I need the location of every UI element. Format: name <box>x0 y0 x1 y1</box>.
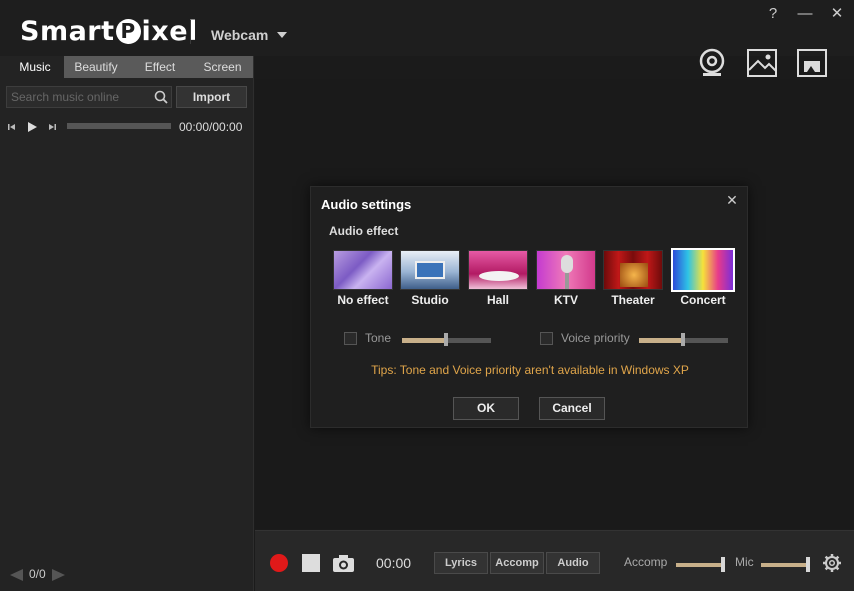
audio-effect-heading: Audio effect <box>329 224 399 238</box>
tab-music[interactable]: Music <box>6 56 64 78</box>
image-mode-icon[interactable] <box>746 48 778 78</box>
chevron-down-icon[interactable] <box>277 32 287 38</box>
stop-button[interactable] <box>302 554 320 572</box>
lyrics-button[interactable]: Lyrics <box>434 552 488 574</box>
tab-beautify[interactable]: Beautify <box>64 56 128 78</box>
hall-thumbnail <box>468 250 528 290</box>
effect-label: Studio <box>411 293 449 307</box>
record-time: 00:00 <box>376 555 412 571</box>
search-input[interactable]: Search music online <box>6 86 172 108</box>
effect-studio[interactable]: Studio <box>400 250 460 307</box>
voice-priority-label: Voice priority <box>561 331 630 345</box>
tone-slider-knob[interactable] <box>444 333 448 346</box>
effect-label: Hall <box>486 293 509 307</box>
previous-track-icon[interactable] <box>6 121 18 133</box>
effect-concert[interactable]: Concert <box>671 248 735 307</box>
effect-theater[interactable]: Theater <box>603 250 663 307</box>
source-dropdown[interactable]: Webcam <box>211 27 268 43</box>
page-prev-icon[interactable] <box>10 569 23 581</box>
close-icon[interactable]: ✕ <box>725 193 739 207</box>
camera-icon[interactable] <box>332 553 355 573</box>
left-panel: Music Beautify Effect Screen Search musi… <box>0 56 254 591</box>
close-button[interactable]: ✕ <box>827 4 847 24</box>
bottom-toolbar: 00:00 Lyrics Accomp Audio Accomp Mic <box>255 530 854 591</box>
left-tabs: Music Beautify Effect Screen <box>6 56 253 78</box>
dialog-title: Audio settings <box>321 197 412 212</box>
title-bar: Smart Pixel Webcam ? — ✕ <box>0 0 854 77</box>
no-effect-thumbnail <box>333 250 393 290</box>
tone-slider-fill <box>402 338 446 343</box>
page-indicator: 0/0 <box>29 567 46 581</box>
ok-button[interactable]: OK <box>453 397 519 420</box>
title-divider <box>190 20 191 44</box>
accomp-button[interactable]: Accomp <box>490 552 544 574</box>
studio-thumbnail <box>400 250 460 290</box>
help-button[interactable]: ? <box>763 4 783 24</box>
accomp-volume-slider[interactable] <box>676 563 723 567</box>
tips-text: Tips: Tone and Voice priority aren't ava… <box>371 363 689 377</box>
cancel-button[interactable]: Cancel <box>539 397 605 420</box>
ktv-thumbnail <box>536 250 596 290</box>
effect-label: Concert <box>680 293 726 307</box>
search-placeholder: Search music online <box>11 90 120 104</box>
minimize-button[interactable]: — <box>795 4 815 24</box>
mic-volume-slider[interactable] <box>761 563 808 567</box>
theater-thumbnail <box>603 250 663 290</box>
tab-screen[interactable]: Screen <box>192 56 253 78</box>
effect-no-effect[interactable]: No effect <box>333 250 393 307</box>
mic-volume-knob[interactable] <box>806 557 810 572</box>
audio-button[interactable]: Audio <box>546 552 600 574</box>
voice-priority-slider-knob[interactable] <box>681 333 685 346</box>
app-logo: Smart Pixel <box>20 16 198 47</box>
voice-priority-checkbox[interactable] <box>540 332 553 345</box>
screen-mode-icon[interactable] <box>796 48 828 78</box>
logo-p-mark: P <box>115 19 141 44</box>
page-next-icon[interactable] <box>52 569 65 581</box>
tab-effect[interactable]: Effect <box>128 56 192 78</box>
gear-icon[interactable] <box>822 553 842 573</box>
audio-settings-dialog: Audio settings ✕ Audio effect No effect … <box>310 186 748 428</box>
music-progress-bar[interactable] <box>67 123 171 129</box>
effect-label: Theater <box>611 293 655 307</box>
accomp-volume-knob[interactable] <box>721 557 725 572</box>
music-time: 00:00/00:00 <box>179 120 243 134</box>
effect-ktv[interactable]: KTV <box>536 250 596 307</box>
tone-label: Tone <box>365 331 392 345</box>
mic-volume-label: Mic <box>735 555 754 569</box>
effect-label: No effect <box>337 293 389 307</box>
record-button[interactable] <box>270 554 288 572</box>
accomp-volume-label: Accomp <box>624 555 668 569</box>
search-icon[interactable] <box>153 89 169 105</box>
play-icon[interactable] <box>26 121 38 133</box>
next-track-icon[interactable] <box>46 121 58 133</box>
import-button[interactable]: Import <box>176 86 247 108</box>
effect-label: KTV <box>554 293 578 307</box>
voice-priority-slider-fill <box>639 338 683 343</box>
webcam-mode-icon[interactable] <box>697 48 729 78</box>
concert-thumbnail <box>671 248 735 292</box>
tone-checkbox[interactable] <box>344 332 357 345</box>
effect-hall[interactable]: Hall <box>468 250 528 307</box>
